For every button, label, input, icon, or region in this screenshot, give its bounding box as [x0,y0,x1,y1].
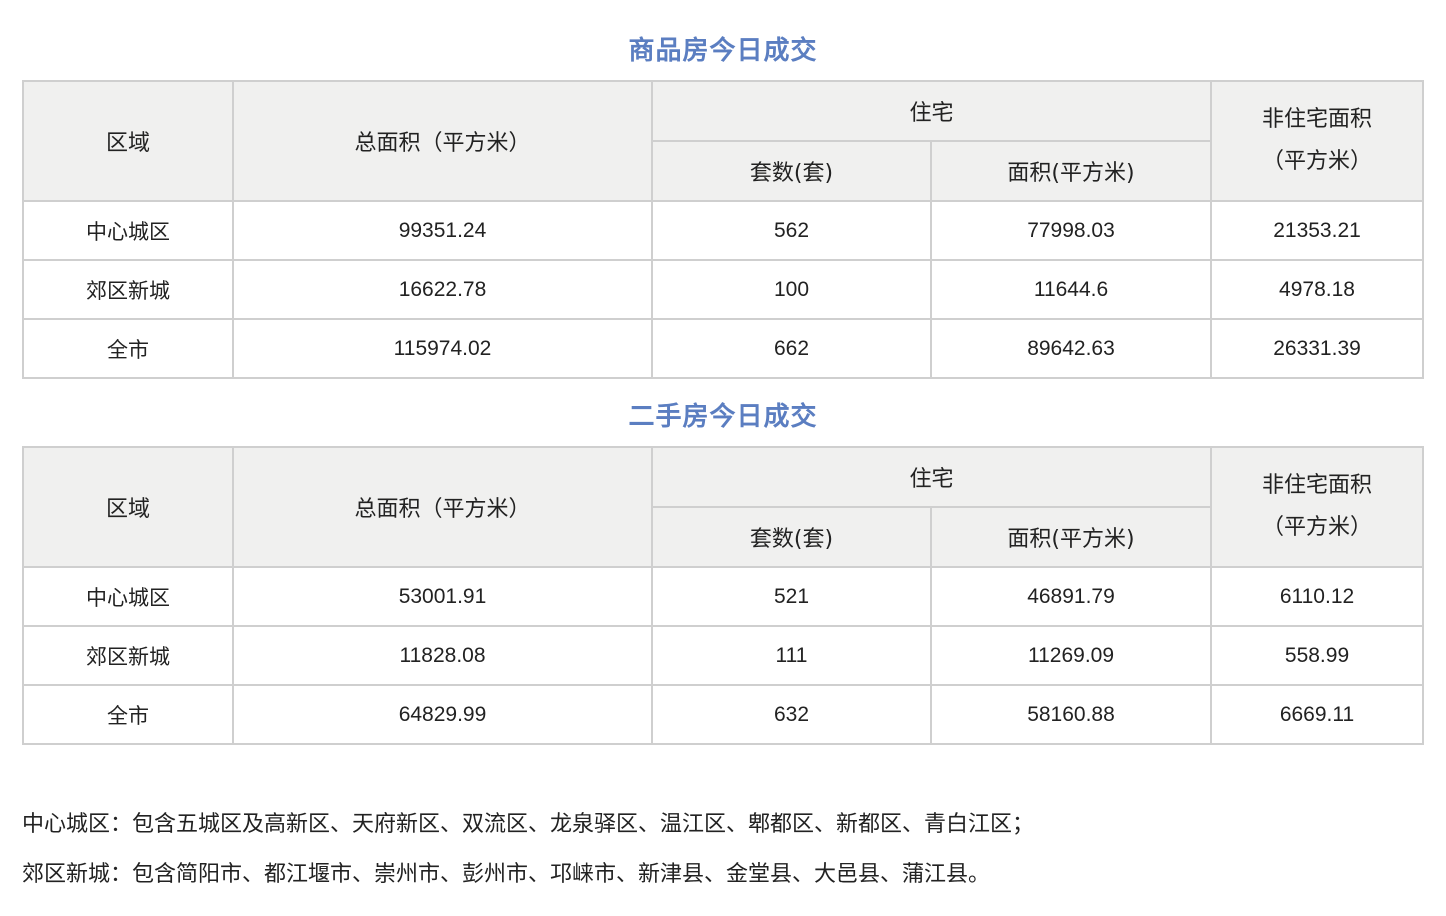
cell-total-area: 11828.08 [232,625,653,686]
cell-nonresidential-area: 6669.11 [1210,684,1425,745]
header-units: 套数(套) [651,140,932,202]
cell-nonresidential-area: 26331.39 [1210,318,1425,379]
cell-region: 全市 [22,684,234,745]
cell-region: 中心城区 [22,200,234,261]
header-residential-area: 面积(平方米) [929,140,1213,202]
note-suburban-districts: 郊区新城：包含简阳市、都江堰市、崇州市、彭州市、邛崃市、新津县、金堂县、大邑县、… [22,862,991,887]
table-row: 全市 115974.02 662 89642.63 26331.39 [22,318,1425,379]
cell-region: 中心城区 [22,566,234,627]
cell-units: 521 [651,566,932,627]
table-row: 郊区新城 16622.78 100 11644.6 4978.18 [22,259,1425,320]
header-residential: 住宅 [650,446,1213,508]
header-units: 套数(套) [651,506,932,568]
new-housing-table: 区域 总面积（平方米） 住宅 非住宅面积 （平方米） 套数(套) 面积(平方米)… [22,80,1425,379]
note-central-districts: 中心城区：包含五城区及高新区、天府新区、双流区、龙泉驿区、温江区、郫都区、新都区… [22,812,1035,837]
cell-residential-area: 58160.88 [929,684,1213,745]
cell-nonresidential-area: 21353.21 [1210,200,1425,261]
cell-units: 562 [651,200,932,261]
second-hand-housing-table: 区域 总面积（平方米） 住宅 非住宅面积 （平方米） 套数(套) 面积(平方米)… [22,446,1425,745]
second-hand-housing-title: 二手房今日成交 [628,402,818,432]
header-nonresidential-area: 非住宅面积 （平方米） [1210,80,1425,202]
header-total-area: 总面积（平方米） [232,446,653,568]
table-row: 中心城区 53001.91 521 46891.79 6110.12 [22,566,1425,627]
cell-total-area: 99351.24 [232,200,653,261]
cell-residential-area: 89642.63 [929,318,1213,379]
cell-region: 全市 [22,318,234,379]
header-residential-area: 面积(平方米) [929,506,1213,568]
header-nonresidential-area: 非住宅面积 （平方米） [1210,446,1425,568]
header-region: 区域 [22,80,234,202]
header-nonres-line2: （平方米） [1262,515,1373,540]
cell-units: 662 [651,318,932,379]
cell-nonresidential-area: 4978.18 [1210,259,1425,320]
cell-region: 郊区新城 [22,259,234,320]
cell-total-area: 115974.02 [232,318,653,379]
new-housing-title: 商品房今日成交 [628,36,818,66]
header-region: 区域 [22,446,234,568]
header-nonres-line2: （平方米） [1262,149,1373,174]
header-residential: 住宅 [650,80,1213,142]
cell-total-area: 16622.78 [232,259,653,320]
cell-units: 111 [651,625,932,686]
header-nonres-line1: 非住宅面积 [1262,107,1373,132]
cell-total-area: 53001.91 [232,566,653,627]
header-total-area: 总面积（平方米） [232,80,653,202]
cell-residential-area: 11644.6 [929,259,1213,320]
cell-units: 632 [651,684,932,745]
header-nonres-line1: 非住宅面积 [1262,473,1373,498]
cell-total-area: 64829.99 [232,684,653,745]
table-row: 中心城区 99351.24 562 77998.03 21353.21 [22,200,1425,261]
table-row: 郊区新城 11828.08 111 11269.09 558.99 [22,625,1425,686]
cell-residential-area: 46891.79 [929,566,1213,627]
cell-residential-area: 11269.09 [929,625,1213,686]
table-row: 全市 64829.99 632 58160.88 6669.11 [22,684,1425,745]
cell-residential-area: 77998.03 [929,200,1213,261]
cell-region: 郊区新城 [22,625,234,686]
cell-nonresidential-area: 6110.12 [1210,566,1425,627]
cell-nonresidential-area: 558.99 [1210,625,1425,686]
cell-units: 100 [651,259,932,320]
